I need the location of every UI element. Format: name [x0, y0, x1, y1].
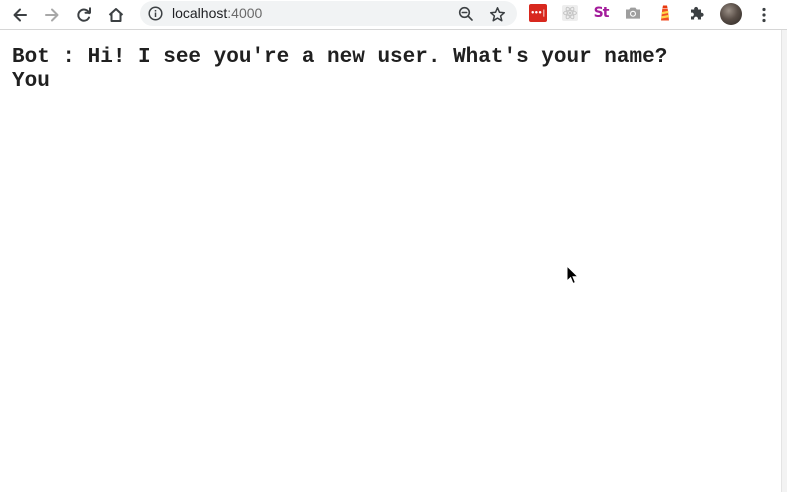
- browser-toolbar: localhost:4000 •••| St: [0, 0, 787, 30]
- lastpass-extension-button[interactable]: •••|: [529, 4, 547, 22]
- address-bar[interactable]: localhost:4000: [140, 1, 517, 26]
- home-button[interactable]: [104, 3, 128, 27]
- reload-icon: [77, 7, 91, 22]
- screenshot-extension-button[interactable]: [624, 4, 642, 22]
- zoom-button[interactable]: [456, 4, 476, 24]
- mouse-cursor-icon: [566, 265, 580, 285]
- lighthouse-extension-button[interactable]: [656, 4, 674, 22]
- camera-icon: [626, 7, 640, 19]
- chat-log: Bot : Hi! I see you're a new user. What'…: [12, 46, 667, 94]
- lastpass-icon: •••|: [530, 9, 546, 17]
- vertical-scrollbar[interactable]: [781, 30, 787, 492]
- arrow-right-icon: [45, 8, 59, 22]
- home-icon: [108, 8, 124, 22]
- kebab-menu-icon: [762, 7, 766, 23]
- url-port: :4000: [227, 5, 263, 21]
- browser-menu-button[interactable]: [752, 3, 776, 27]
- info-icon[interactable]: [147, 5, 164, 22]
- extensions-button[interactable]: [688, 4, 706, 22]
- forward-button[interactable]: [40, 3, 64, 27]
- puzzle-icon: [691, 6, 704, 20]
- arrow-left-icon: [13, 8, 27, 22]
- page-content: Bot : Hi! I see you're a new user. What'…: [0, 30, 781, 492]
- star-icon: [489, 6, 505, 21]
- zoom-out-icon: [458, 6, 473, 21]
- profile-avatar[interactable]: [720, 3, 742, 25]
- user-message: You: [12, 70, 50, 93]
- back-button[interactable]: [8, 3, 32, 27]
- browser-window: localhost:4000 •••| St Bot: Hi! I see y…: [0, 0, 787, 492]
- stylus-extension-button[interactable]: St: [592, 4, 610, 22]
- url-text[interactable]: localhost:4000: [172, 5, 262, 22]
- stylus-icon: St: [593, 5, 610, 21]
- bookmark-button[interactable]: [487, 4, 507, 24]
- lighthouse-icon: [661, 5, 669, 21]
- url-host: localhost: [172, 5, 228, 21]
- reload-button[interactable]: [72, 3, 96, 27]
- react-devtools-extension-button[interactable]: [561, 4, 579, 22]
- react-atom-icon: [562, 5, 578, 21]
- bot-message: Bot : Hi! I see you're a new user. What'…: [12, 46, 668, 69]
